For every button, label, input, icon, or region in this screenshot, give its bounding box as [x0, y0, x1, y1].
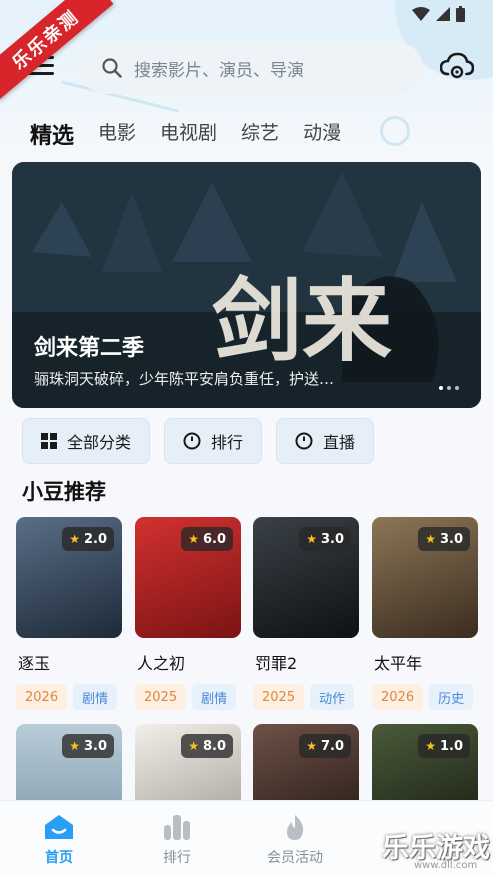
decor-ring: [380, 116, 410, 146]
search-input[interactable]: 搜索影片、演员、导演: [80, 42, 423, 94]
movie-poster[interactable]: ★ 3.0: [372, 517, 478, 638]
nav-ranking[interactable]: 排行: [118, 801, 236, 876]
tab-tv-series[interactable]: 电视剧: [160, 118, 217, 150]
tab-variety[interactable]: 综艺: [241, 118, 279, 150]
signal-icon: [436, 7, 450, 21]
year-tag: 2025: [135, 684, 187, 710]
movie-poster[interactable]: ★ 3.0: [253, 517, 359, 638]
rating-badge: ★ 6.0: [181, 527, 233, 551]
rating-badge: ★ 1.0: [418, 734, 470, 758]
movie-card[interactable]: ★ 2.0 逐玉 2026 剧情: [16, 517, 122, 710]
rating-badge: ★ 3.0: [299, 527, 351, 551]
movie-title: 人之初: [137, 654, 186, 673]
featured-banner[interactable]: 剑来 剑来第二季 骊珠洞天破碎，少年陈平安肩负重任，护送…: [12, 162, 481, 408]
rating-badge: ★ 8.0: [181, 734, 233, 758]
movie-card[interactable]: ★ 6.0 人之初 2025 剧情: [135, 517, 241, 710]
rating-badge: ★ 2.0: [62, 527, 114, 551]
rating-badge: ★ 3.0: [62, 734, 114, 758]
rating-badge: ★ 7.0: [299, 734, 351, 758]
star-icon: ★: [306, 532, 317, 546]
all-categories-label: 全部分类: [67, 433, 132, 452]
star-icon: ★: [188, 739, 199, 753]
home-icon: [45, 815, 73, 839]
genre-tag: 动作: [310, 684, 355, 710]
flame-icon: [287, 815, 304, 840]
wifi-icon: [412, 7, 430, 21]
star-icon: ★: [425, 739, 436, 753]
genre-tag: 剧情: [192, 684, 237, 710]
top-bar: 搜索影片、演员、导演: [0, 40, 493, 96]
tab-anime[interactable]: 动漫: [303, 118, 341, 150]
category-tabs: 精选 电影 电视剧 综艺 动漫: [30, 118, 365, 150]
star-icon: ★: [69, 739, 80, 753]
tab-featured[interactable]: 精选: [30, 118, 74, 150]
movie-title: 罚罪2: [255, 654, 298, 673]
movie-title: 逐玉: [18, 654, 51, 673]
live-label: 直播: [323, 433, 356, 452]
movie-poster[interactable]: ★ 6.0: [135, 517, 241, 638]
rating-badge: ★ 3.0: [418, 527, 470, 551]
genre-tag: 剧情: [73, 684, 118, 710]
star-icon: ★: [188, 532, 199, 546]
search-icon: [102, 58, 122, 78]
nav-ranking-label: 排行: [163, 850, 191, 866]
search-placeholder: 搜索影片、演员、导演: [134, 60, 304, 81]
section-title: 小豆推荐: [22, 480, 106, 504]
live-button[interactable]: 直播: [276, 418, 375, 464]
status-bar: [412, 6, 465, 22]
banner-title: 剑来第二季: [34, 336, 145, 361]
movie-card[interactable]: ★ 3.0 罚罪2 2025 动作: [253, 517, 359, 710]
genre-tag: 历史: [429, 684, 474, 710]
year-tag: 2026: [16, 684, 68, 710]
tab-movies[interactable]: 电影: [98, 118, 136, 150]
nav-home[interactable]: 首页: [0, 801, 118, 876]
quick-actions: 全部分类 排行 直播: [22, 418, 375, 464]
banner-pagination: [439, 386, 459, 390]
ranking-label: 排行: [211, 433, 244, 452]
watermark-url: www.dll.com: [414, 860, 478, 871]
star-icon: ★: [69, 532, 80, 546]
cloud-icon[interactable]: [440, 52, 474, 82]
movie-poster[interactable]: ★ 2.0: [16, 517, 122, 638]
battery-icon: [456, 6, 465, 22]
star-icon: ★: [425, 532, 436, 546]
star-icon: ★: [306, 739, 317, 753]
movie-title: 太平年: [374, 654, 423, 673]
banner-subtitle: 骊珠洞天破碎，少年陈平安肩负重任，护送…: [34, 370, 335, 388]
banner-calligraphy: 剑来: [212, 268, 392, 374]
grid-icon: [41, 433, 57, 449]
nav-home-label: 首页: [45, 850, 73, 866]
year-tag: 2026: [372, 684, 424, 710]
ranking-button[interactable]: 排行: [164, 418, 263, 464]
nav-member-activity-label: 会员活动: [267, 850, 323, 866]
year-tag: 2025: [253, 684, 305, 710]
nav-member-activity[interactable]: 会员活动: [236, 801, 354, 876]
movie-card[interactable]: ★ 3.0 太平年 2026 历史: [372, 517, 478, 710]
all-categories-button[interactable]: 全部分类: [22, 418, 151, 464]
clock-icon: [295, 432, 313, 450]
clock-icon: [183, 432, 201, 450]
bar-chart-icon: [164, 815, 190, 840]
